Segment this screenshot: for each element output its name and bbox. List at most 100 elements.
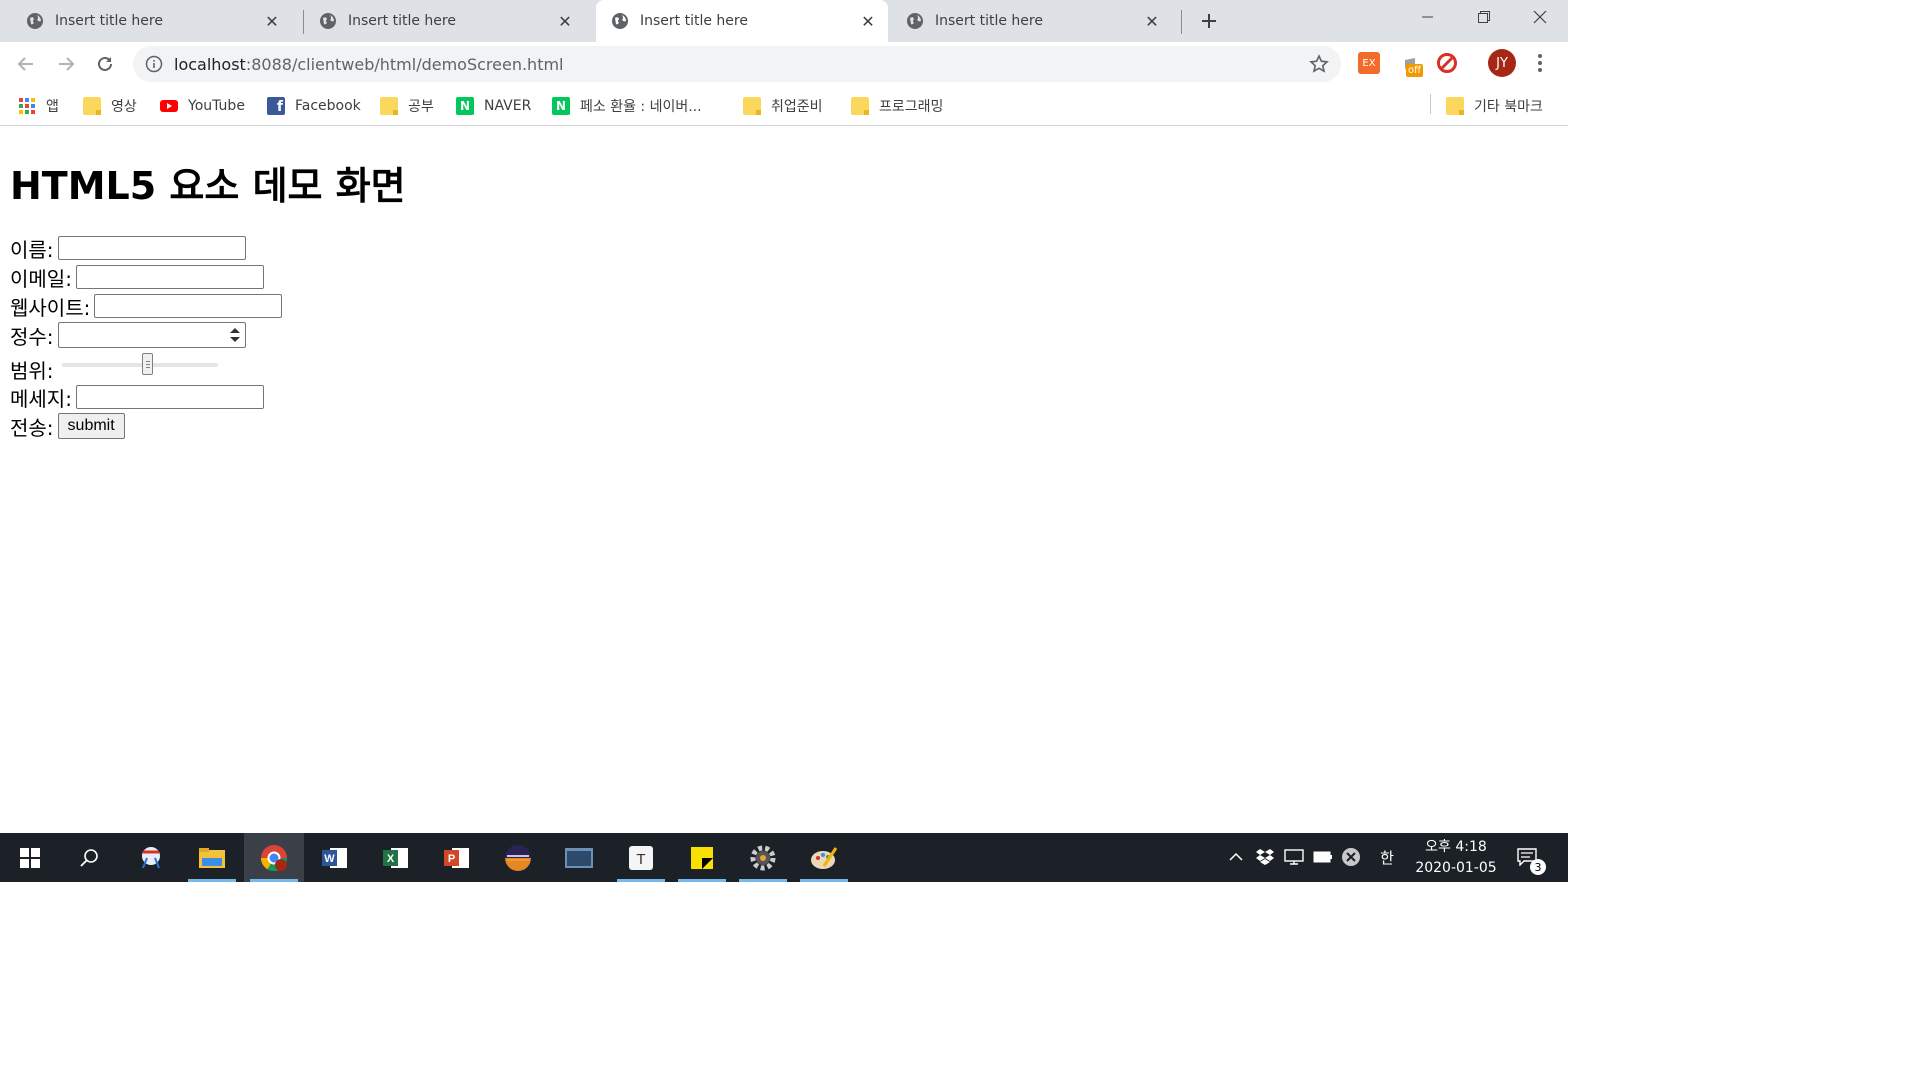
running-indicator	[800, 879, 848, 882]
ex-extension-icon[interactable]: EX	[1358, 52, 1380, 74]
reload-icon	[98, 56, 112, 71]
sticky-notes-icon	[691, 846, 713, 869]
bookmark-folder[interactable]: 영상	[83, 94, 137, 118]
facebook-icon: f	[267, 97, 285, 115]
tray-network[interactable]	[1284, 847, 1304, 867]
close-icon	[1533, 10, 1547, 24]
name-input[interactable]	[57, 236, 246, 260]
taskbar-app[interactable]	[733, 833, 793, 882]
arrow-left-icon	[17, 57, 33, 71]
chrome-menu-icon[interactable]	[1532, 52, 1548, 74]
bookmark-folder[interactable]: 프로그래밍	[851, 94, 943, 118]
svg-text:P: P	[448, 853, 455, 865]
email-row: 이메일:	[10, 263, 264, 291]
tray-dropbox[interactable]	[1255, 847, 1275, 867]
bookmark-apps[interactable]: 앱	[18, 94, 59, 118]
info-icon[interactable]	[145, 55, 163, 73]
taskbar-app[interactable]: W	[305, 833, 365, 882]
bookmark-naver-exchange[interactable]: N 페소 환율 : 네이버...	[552, 94, 702, 118]
bookmark-label: 앱	[46, 99, 59, 115]
spinner-arrows[interactable]	[229, 327, 240, 343]
start-button[interactable]	[0, 833, 60, 882]
browser-toolbar: localhost:8088/clientweb/html/demoScreen…	[0, 42, 1568, 86]
url-text: localhost:8088/clientweb/html/demoScreen…	[174, 55, 564, 74]
tray-volume-muted[interactable]	[1341, 847, 1361, 867]
submit-label: 전송:	[10, 415, 54, 440]
other-bookmarks[interactable]: 기타 북마크	[1446, 94, 1543, 118]
back-button[interactable]	[12, 50, 40, 78]
bookmark-star-icon[interactable]	[1309, 54, 1329, 74]
other-bookmarks-label: 기타 북마크	[1474, 99, 1543, 115]
tab[interactable]: Insert title here ✕	[293, 0, 585, 42]
minimize-icon	[1422, 16, 1433, 18]
submit-button[interactable]: submit	[57, 413, 125, 439]
dropbox-icon	[1256, 849, 1274, 865]
message-input[interactable]	[75, 385, 264, 409]
bookmark-label: 프로그래밍	[879, 99, 944, 115]
spin-down-icon[interactable]	[229, 336, 240, 343]
slider-thumb[interactable]	[141, 353, 153, 375]
taskbar-app[interactable]	[488, 833, 548, 882]
bookmark-label: 공부	[408, 99, 434, 115]
bookmark-label: YouTube	[188, 98, 245, 114]
range-slider[interactable]	[60, 353, 220, 377]
search-icon	[80, 848, 98, 867]
website-row: 웹사이트:	[10, 292, 283, 320]
show-hidden-icons[interactable]	[1226, 847, 1246, 867]
spin-up-icon[interactable]	[229, 327, 240, 334]
tab[interactable]: Insert title here ✕	[0, 0, 292, 42]
name-row: 이름:	[10, 234, 246, 262]
bookmark-facebook[interactable]: f Facebook	[267, 94, 361, 118]
close-tab-icon[interactable]: ✕	[1144, 12, 1160, 31]
muted-x-icon	[1342, 848, 1360, 866]
taskbar-app[interactable]: X	[366, 833, 426, 882]
integer-input[interactable]	[57, 322, 246, 348]
address-bar[interactable]: localhost:8088/clientweb/html/demoScreen…	[133, 46, 1341, 82]
battery-icon	[1313, 851, 1332, 863]
bookmark-naver[interactable]: N NAVER	[456, 94, 531, 118]
taskbar-app[interactable]	[182, 833, 242, 882]
profile-avatar[interactable]: JY	[1488, 49, 1516, 77]
email-input[interactable]	[75, 265, 264, 289]
taskbar-app[interactable]: P	[427, 833, 487, 882]
restore-button[interactable]	[1456, 0, 1512, 34]
folder-icon	[83, 97, 101, 115]
folder-icon	[1446, 97, 1464, 115]
tray-battery[interactable]	[1313, 847, 1333, 867]
close-window-button[interactable]	[1512, 0, 1568, 34]
forward-button[interactable]	[52, 50, 80, 78]
taskbar-app[interactable]	[794, 833, 854, 882]
taskbar-app-active[interactable]	[244, 833, 304, 882]
block-extension-icon[interactable]	[1436, 52, 1458, 74]
bookmark-label: 페소 환율 : 네이버...	[580, 99, 702, 115]
bookmark-folder[interactable]: 공부	[380, 94, 434, 118]
taskbar-app[interactable]	[549, 833, 609, 882]
website-input[interactable]	[94, 294, 283, 318]
windows-logo-icon	[20, 847, 40, 868]
taskbar-app[interactable]	[672, 833, 732, 882]
tab[interactable]: Insert title here ✕	[880, 0, 1172, 42]
reload-button[interactable]	[91, 50, 119, 78]
bookmark-label: 영상	[111, 99, 137, 115]
youtube-icon	[160, 100, 178, 112]
close-tab-icon[interactable]: ✕	[557, 12, 573, 31]
tab-active[interactable]: Insert title here ✕	[596, 0, 888, 42]
naver-icon: N	[456, 97, 474, 115]
plus-icon	[1202, 14, 1216, 28]
taskbar-app[interactable]	[121, 833, 181, 882]
globe-icon	[612, 13, 628, 29]
excel-icon: X	[383, 847, 408, 868]
close-tab-icon[interactable]: ✕	[264, 12, 280, 31]
system-clock[interactable]: 오후 4:18 2020-01-05	[1400, 837, 1512, 879]
extension-off-icon[interactable]: off	[1400, 52, 1424, 77]
svg-text:W: W	[324, 853, 335, 865]
ime-indicator[interactable]: 한	[1377, 847, 1397, 867]
bookmark-youtube[interactable]: YouTube	[160, 94, 245, 118]
search-button[interactable]	[59, 833, 119, 882]
bookmark-folder[interactable]: 취업준비	[743, 94, 823, 118]
new-tab-button[interactable]	[1196, 8, 1222, 34]
taskbar-app[interactable]: T	[611, 833, 671, 882]
close-tab-icon[interactable]: ✕	[860, 12, 876, 31]
prohibited-icon	[1437, 53, 1457, 73]
minimize-button[interactable]	[1400, 0, 1456, 34]
